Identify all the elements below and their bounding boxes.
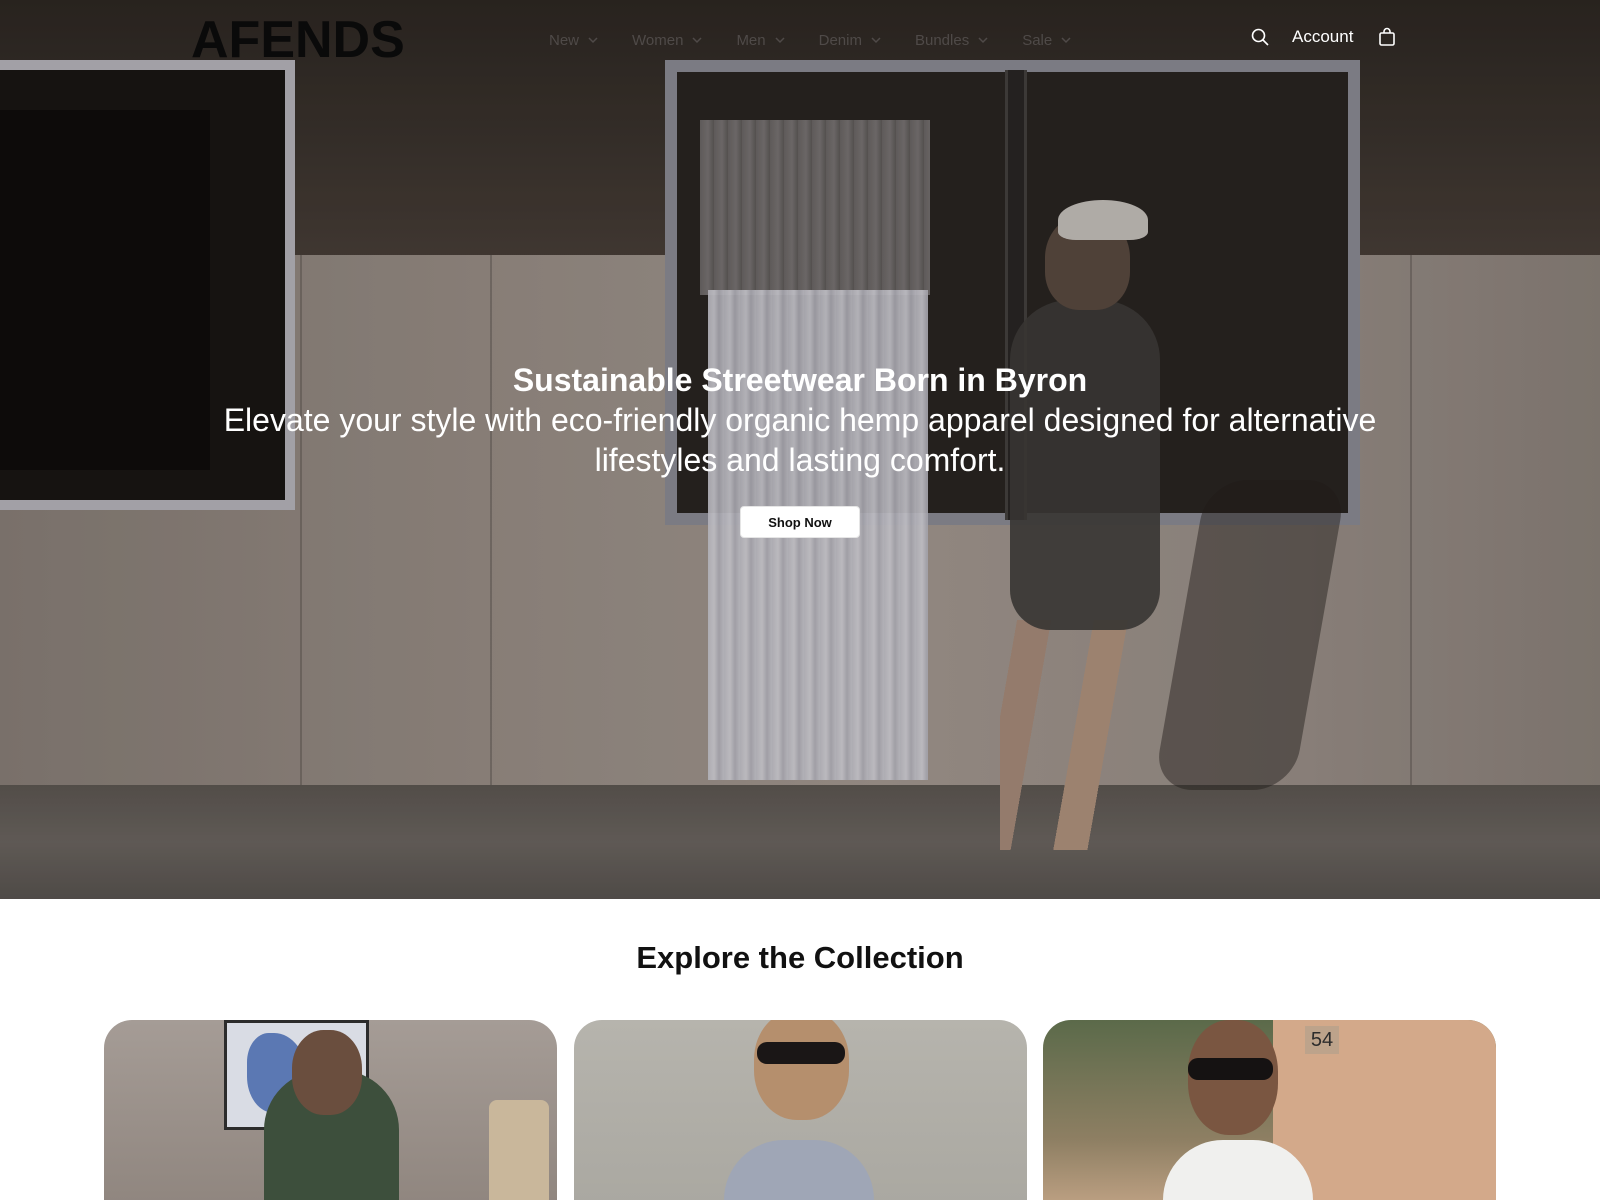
- nav-item-label: Sale: [1022, 31, 1053, 49]
- chevron-down-icon: [1061, 37, 1071, 44]
- nav-item-label: Women: [632, 31, 684, 49]
- account-link[interactable]: Account: [1292, 27, 1353, 47]
- nav-item-new[interactable]: New: [549, 28, 600, 52]
- collection-title: Explore the Collection: [636, 940, 964, 975]
- nav-item-label: Bundles: [914, 31, 970, 49]
- site-header: AFENDS New Women Men Denim Bundles Sale: [0, 0, 1600, 80]
- nav-item-denim[interactable]: Denim: [819, 28, 883, 52]
- nav-item-label: Denim: [818, 31, 862, 49]
- search-button[interactable]: [1249, 26, 1271, 48]
- collection-card[interactable]: 54: [1043, 1020, 1496, 1200]
- search-icon: [1251, 28, 1269, 46]
- house-number-sign: 54: [1305, 1026, 1339, 1054]
- chevron-down-icon: [692, 37, 702, 44]
- nav-item-label: Men: [736, 31, 766, 49]
- chevron-down-icon: [775, 37, 785, 44]
- collection-card[interactable]: [104, 1020, 557, 1200]
- nav-item-sale[interactable]: Sale: [1022, 28, 1073, 52]
- cart-button[interactable]: [1376, 26, 1398, 48]
- site-logo[interactable]: AFENDS: [191, 12, 405, 68]
- chevron-down-icon: [588, 37, 598, 44]
- chevron-down-icon: [978, 37, 988, 44]
- model-head: [292, 1030, 362, 1115]
- nav-item-label: New: [549, 31, 580, 49]
- shopping-bag-icon: [1379, 27, 1396, 46]
- model-image: [724, 1140, 874, 1200]
- main-nav: New Women Men Denim Bundles Sale: [549, 28, 1105, 52]
- hero-title: Sustainable Streetwear Born in Byron: [512, 362, 1088, 398]
- hero-subtitle: Elevate your style with eco-friendly org…: [223, 402, 1377, 478]
- model-head: [754, 1020, 849, 1120]
- chevron-down-icon: [871, 37, 881, 44]
- collection-card[interactable]: [574, 1020, 1027, 1200]
- shop-now-button[interactable]: Shop Now: [740, 506, 860, 538]
- sunglasses-image: [1188, 1058, 1273, 1080]
- hero-text-block: Sustainable Streetwear Born in Byron Ele…: [0, 360, 1600, 480]
- tote-bag-image: [489, 1100, 549, 1200]
- sunglasses-image: [757, 1042, 845, 1064]
- nav-item-men[interactable]: Men: [736, 28, 786, 52]
- header-actions: Account: [1249, 26, 1398, 48]
- nav-item-bundles[interactable]: Bundles: [915, 28, 990, 52]
- nav-item-women[interactable]: Women: [632, 28, 704, 52]
